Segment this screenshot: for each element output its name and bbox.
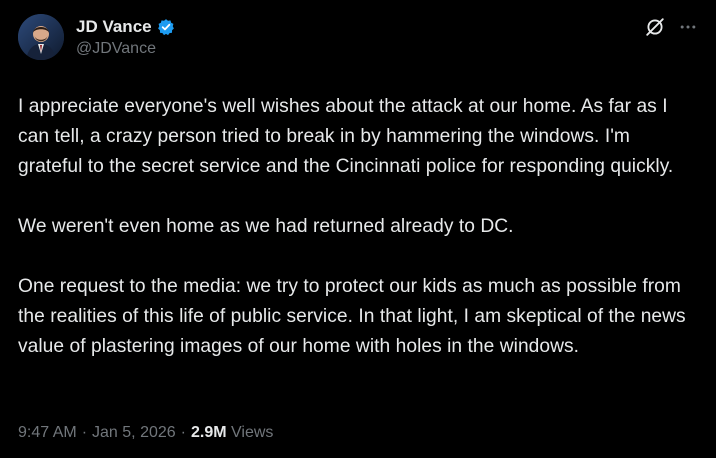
tweet-meta: 9:47 AM · Jan 5, 2026 · 2.9M Views: [18, 424, 273, 442]
views-group[interactable]: 2.9M Views: [191, 424, 273, 442]
meta-separator: ·: [81, 424, 88, 441]
author-avatar[interactable]: [18, 14, 64, 60]
tweet-top-actions: [644, 16, 698, 38]
more-icon[interactable]: [678, 17, 698, 37]
views-count: 2.9M: [190, 424, 227, 441]
tweet-paragraph: We weren't even home as we had returned …: [18, 216, 514, 237]
grok-icon[interactable]: [644, 16, 666, 38]
views-label: Views: [231, 424, 274, 441]
tweet-paragraph: I appreciate everyone's well wishes abou…: [18, 96, 674, 177]
tweet-text: I appreciate everyone's well wishes abou…: [18, 92, 698, 362]
tweet-date[interactable]: Jan 5, 2026: [92, 424, 176, 442]
name-row: JD Vance: [76, 17, 175, 37]
verified-badge-icon: [157, 18, 175, 36]
tweet-time[interactable]: 9:47 AM: [18, 424, 77, 442]
meta-separator: ·: [180, 424, 186, 441]
tweet-paragraph: One request to the media: we try to prot…: [18, 276, 686, 357]
tweet-header: JD Vance @JDVance: [18, 14, 698, 66]
author-handle[interactable]: @JDVance: [76, 39, 175, 59]
tweet-card: JD Vance @JDVance I appreciate everyone'…: [0, 0, 716, 458]
author-names: JD Vance @JDVance: [76, 17, 175, 59]
author-display-name[interactable]: JD Vance: [76, 17, 152, 37]
